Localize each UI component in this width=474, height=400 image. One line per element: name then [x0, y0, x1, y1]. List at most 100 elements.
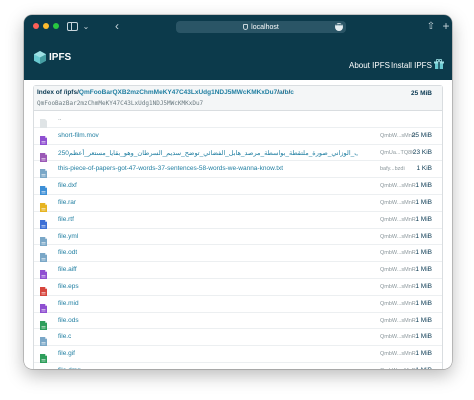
- file-cid[interactable]: QmbW...sMnR: [380, 351, 416, 357]
- index-path: Index of /ipfs/QmFooBarQXB2mzChmMeKY47C4…: [37, 89, 294, 96]
- file-row[interactable]: file.aiff QmbW...sMnR 1 MiB: [34, 262, 442, 280]
- file-row[interactable]: file.odt QmbW...sMnR 1 MiB: [34, 245, 442, 263]
- gift-icon[interactable]: [434, 59, 444, 69]
- file-size: 1 KiB: [416, 165, 432, 173]
- install-ipfs-link[interactable]: Install IPFS: [391, 61, 432, 70]
- disk-image-icon: [40, 367, 47, 369]
- file-size: 1 MiB: [415, 266, 432, 274]
- file-cid[interactable]: QmbW...sMnR: [380, 301, 416, 307]
- close-window-button[interactable]: [33, 23, 39, 29]
- share-icon[interactable]: ⇧: [426, 19, 436, 33]
- file-size: 1 MiB: [415, 282, 432, 290]
- file-row[interactable]: this-piece-of-papers-got-47-words-37-sen…: [34, 161, 442, 179]
- directory-size: 25 MiB: [411, 90, 432, 97]
- browser-window: ⌄ ‹ localhost ••• ⇧ + IPFS About IPFS In…: [24, 15, 452, 369]
- file-name-link[interactable]: file.rar: [58, 199, 76, 206]
- file-row[interactable]: file.rtf QmbW...sMnR 1 MiB: [34, 212, 442, 229]
- file-cid[interactable]: QmbW...sMnR: [380, 217, 416, 223]
- file-row[interactable]: file.dxf QmbW...sMnR 1 MiB: [34, 178, 442, 196]
- file-cid[interactable]: QmbW...sMnR: [380, 133, 416, 139]
- file-name-link[interactable]: file.dmg: [58, 367, 81, 369]
- shield-icon: [243, 24, 249, 30]
- file-name-link[interactable]: this-piece-of-papers-got-47-words-37-sen…: [58, 165, 283, 172]
- file-cid[interactable]: QmbW...sMnR: [380, 200, 416, 206]
- path-link-c[interactable]: c: [290, 89, 294, 96]
- directory-content: Index of /ipfs/QmFooBarQXB2mzChmMeKY47C4…: [33, 85, 443, 369]
- file-cid[interactable]: QmbW...sMnR: [380, 183, 416, 189]
- file-cid[interactable]: QmbW...sMnR: [380, 267, 416, 273]
- file-name-link[interactable]: file.dxf: [58, 182, 77, 189]
- yml-file-icon: [40, 233, 47, 246]
- odt-file-icon: [40, 249, 47, 263]
- file-name-link[interactable]: file.rtf: [58, 216, 74, 223]
- rtf-file-icon: [40, 216, 47, 229]
- file-name-link[interactable]: file.c: [58, 333, 71, 340]
- ipfs-logo[interactable]: IPFS: [34, 51, 71, 64]
- file-name-link[interactable]: file.odt: [58, 249, 77, 256]
- directory-cid: QmFooBazBar2mzChmMeKY47C43LxUdg1NDJ5MWcK…: [37, 100, 204, 107]
- file-name-link[interactable]: file.aiff: [58, 266, 77, 273]
- file-size: 1 MiB: [415, 367, 432, 369]
- file-size: 1 MiB: [415, 333, 432, 341]
- file-row[interactable]: file.eps QmbW...sMnR 1 MiB: [34, 279, 442, 296]
- file-row[interactable]: file.yml QmbW...sMnR 1 MiB: [34, 229, 442, 246]
- parent-directory-row[interactable]: ..: [34, 111, 442, 128]
- about-ipfs-link[interactable]: About IPFS: [349, 61, 390, 70]
- file-size: 1 MiB: [415, 182, 432, 190]
- new-tab-icon[interactable]: +: [441, 19, 451, 33]
- file-row[interactable]: file.rar QmbW...sMnR 1 MiB: [34, 195, 442, 212]
- index-prefix: Index of /ipfs/: [37, 89, 79, 96]
- file-name-link[interactable]: file.mid: [58, 300, 79, 307]
- maximize-window-button[interactable]: [53, 23, 59, 29]
- file-size: 1 MiB: [415, 198, 432, 206]
- file-cid[interactable]: QmbW...sMnR: [380, 250, 416, 256]
- file-name-link[interactable]: file.yml: [58, 233, 78, 240]
- sidebar-toggle-icon[interactable]: [64, 19, 80, 33]
- text-file-icon: [40, 165, 47, 179]
- dxf-file-icon: [40, 182, 47, 196]
- audio-icon: [40, 266, 47, 280]
- index-header: Index of /ipfs/QmFooBarQXB2mzChmMeKY47C4…: [34, 86, 442, 111]
- file-size: 25 MiB: [411, 131, 432, 139]
- file-cid[interactable]: QmbW...sMnR: [380, 284, 416, 290]
- spreadsheet-icon: [40, 317, 47, 330]
- ipfs-header: IPFS About IPFS Install IPFS: [24, 38, 452, 80]
- back-arrow-icon[interactable]: ‹: [112, 19, 122, 33]
- parent-directory-link[interactable]: ..: [58, 115, 62, 122]
- file-row[interactable]: file.ods QmbW...sMnR 1 MiB: [34, 313, 442, 330]
- chevron-down-icon[interactable]: ⌄: [82, 19, 90, 33]
- file-name-link[interactable]: file.ods: [58, 317, 79, 324]
- file-name-link[interactable]: 250ميغابايت_يوسف_الوزاني_صورة_ملتقطة_بوا…: [58, 149, 358, 157]
- address-text: localhost: [251, 23, 279, 31]
- minimize-window-button[interactable]: [43, 23, 49, 29]
- address-bar[interactable]: localhost •••: [176, 21, 346, 33]
- file-cid[interactable]: QmbW...sMnR: [380, 368, 416, 369]
- file-row[interactable]: 250ميغابايت_يوسف_الوزاني_صورة_ملتقطة_بوا…: [34, 145, 442, 162]
- ipfs-cube-icon: [34, 51, 46, 64]
- directory-listing: Index of /ipfs/QmFooBarQXB2mzChmMeKY47C4…: [33, 85, 443, 369]
- file-size: 1 MiB: [415, 299, 432, 307]
- midi-file-icon: [40, 300, 47, 313]
- file-cid[interactable]: QmbW...sMnR: [380, 318, 416, 324]
- eps-file-icon: [40, 283, 47, 296]
- file-size: 23 KiB: [412, 148, 432, 156]
- file-cid[interactable]: QmUa...TQ8K: [380, 150, 415, 156]
- root-cid-link[interactable]: QmFooBarQXB2mzChmMeKY47C43LxUdg1NDJ5MWcK…: [79, 89, 277, 96]
- file-name-link[interactable]: short-film.mov: [58, 132, 99, 139]
- blank-file-icon: [40, 115, 47, 128]
- file-cid[interactable]: QmbW...sMnR: [380, 334, 416, 340]
- archive-icon: [40, 199, 47, 212]
- file-row[interactable]: short-film.mov QmbW...sMnR 25 MiB: [34, 128, 442, 145]
- file-row[interactable]: file.c QmbW...sMnR 1 MiB: [34, 329, 442, 347]
- gif-file-icon: [40, 350, 47, 364]
- file-row[interactable]: file.mid QmbW...sMnR 1 MiB: [34, 296, 442, 313]
- file-name-link[interactable]: file.gif: [58, 350, 75, 357]
- file-name-link[interactable]: file.eps: [58, 283, 79, 290]
- file-row[interactable]: file.dmg QmbW...sMnR1 MiB: [34, 363, 442, 369]
- image-icon: [40, 149, 47, 162]
- more-options-icon[interactable]: •••: [335, 23, 343, 31]
- file-cid[interactable]: QmbW...sMnR: [380, 234, 416, 240]
- file-size: 1 MiB: [415, 215, 432, 223]
- file-cid[interactable]: bafy...bzdi: [380, 166, 405, 172]
- file-row[interactable]: file.gif QmbW...sMnR 1 MiB: [34, 346, 442, 364]
